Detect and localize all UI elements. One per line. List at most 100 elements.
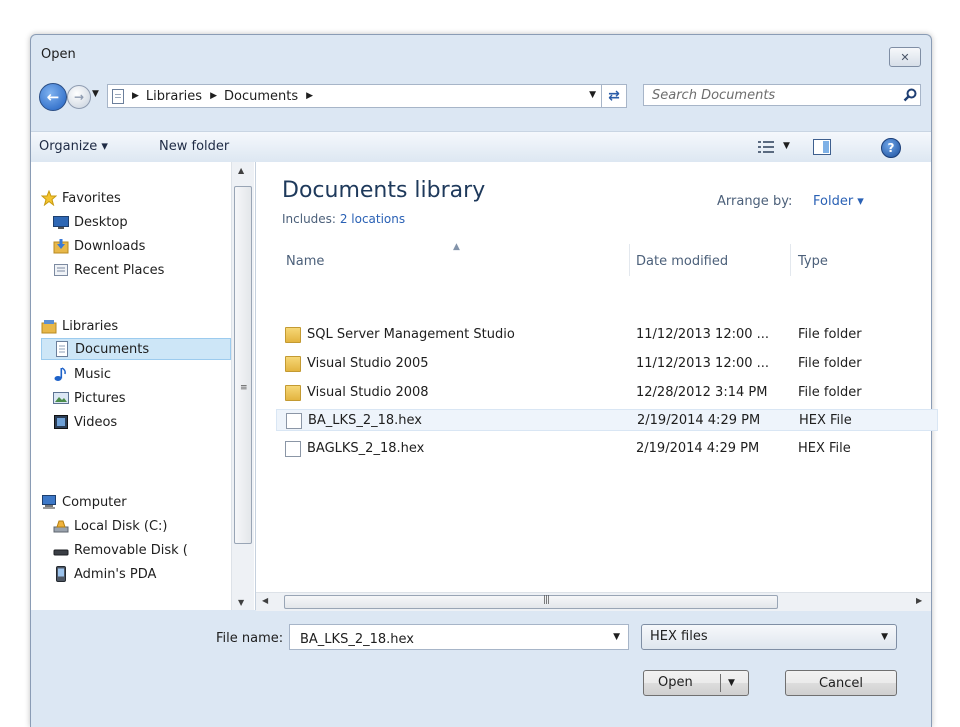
- change-view-icon[interactable]: [758, 141, 774, 157]
- sidebar-item-label: Videos: [74, 414, 118, 430]
- breadcrumb-separator-icon[interactable]: ▶: [210, 91, 217, 101]
- file-list-horizontal-scrollbar[interactable]: ◀ ||| ▶: [256, 592, 931, 611]
- forward-button[interactable]: →: [67, 85, 91, 109]
- recent-places-icon: [53, 262, 69, 278]
- sidebar-item-desktop[interactable]: Desktop: [53, 211, 128, 233]
- file-type: HEX File: [798, 441, 851, 456]
- sidebar-item-label: Downloads: [74, 238, 146, 254]
- pda-icon: [53, 566, 69, 582]
- computer-icon: [41, 494, 57, 510]
- removable-disk-icon: [53, 542, 69, 558]
- back-button[interactable]: ←: [39, 83, 67, 111]
- column-header-date-modified[interactable]: Date modified: [636, 254, 728, 269]
- column-divider[interactable]: [629, 244, 630, 276]
- library-title: Documents library: [282, 178, 486, 203]
- refresh-button[interactable]: ⇄: [601, 85, 626, 107]
- search-box[interactable]: [643, 84, 921, 106]
- breadcrumb-separator-icon[interactable]: ▶: [306, 91, 313, 101]
- sidebar-item-videos[interactable]: Videos: [53, 411, 117, 433]
- search-icon[interactable]: [900, 88, 920, 102]
- address-dropdown-icon[interactable]: ▼: [589, 90, 596, 100]
- cancel-button[interactable]: Cancel: [785, 670, 897, 696]
- music-icon: [53, 366, 69, 382]
- scroll-right-icon[interactable]: ▶: [916, 596, 922, 605]
- navigation-bar: ← → ▼ ▶ Libraries ▶ Documents ▶ ▼ ⇄: [31, 79, 931, 113]
- navigation-pane-scrollbar[interactable]: ▲ ≡ ▼: [231, 162, 254, 610]
- scrollbar-thumb[interactable]: |||: [284, 595, 778, 609]
- address-bar[interactable]: ▶ Libraries ▶ Documents ▶ ▼ ⇄: [107, 84, 627, 108]
- file-icon: [286, 413, 302, 429]
- search-input[interactable]: [650, 85, 900, 105]
- list-item[interactable]: BA_LKS_2_18.hex 2/19/2014 4:29 PM HEX Fi…: [276, 409, 938, 431]
- sidebar-item-music[interactable]: Music: [53, 363, 111, 385]
- file-list-pane: Documents library Includes: 2 locations …: [256, 162, 938, 611]
- new-folder-button[interactable]: New folder: [159, 139, 229, 154]
- file-name-dropdown-icon[interactable]: ▼: [613, 632, 620, 642]
- sidebar-item-label: Admin's PDA: [74, 566, 157, 582]
- sidebar-item-removable-disk[interactable]: Removable Disk (: [53, 539, 188, 561]
- sidebar-item-recent-places[interactable]: Recent Places: [53, 259, 164, 281]
- sidebar-item-label: Libraries: [62, 318, 119, 334]
- file-name-combobox[interactable]: ▼: [289, 624, 629, 650]
- scrollbar-thumb[interactable]: ≡: [234, 186, 252, 544]
- downloads-icon: [53, 238, 69, 254]
- history-dropdown-icon[interactable]: ▼: [92, 89, 99, 99]
- list-item[interactable]: BAGLKS_2_18.hex 2/19/2014 4:29 PM HEX Fi…: [276, 438, 938, 460]
- arrange-by-dropdown[interactable]: Folder ▾: [813, 194, 864, 209]
- file-type-dropdown-icon: ▼: [881, 632, 888, 642]
- file-name: Visual Studio 2008: [307, 385, 429, 400]
- videos-icon: [53, 414, 69, 430]
- sidebar-item-label: Favorites: [62, 190, 121, 206]
- sidebar-item-label: Local Disk (C:): [74, 518, 168, 534]
- list-item[interactable]: Visual Studio 2005 11/12/2013 12:00 ... …: [276, 353, 938, 375]
- file-name-field[interactable]: [298, 629, 602, 649]
- column-divider[interactable]: [790, 244, 791, 276]
- sidebar-item-documents[interactable]: Documents: [41, 338, 231, 360]
- title-bar: Open ✕: [31, 35, 931, 85]
- file-icon: [285, 441, 301, 457]
- list-item[interactable]: Visual Studio 2008 12/28/2012 3:14 PM Fi…: [276, 382, 938, 404]
- file-name-label: File name:: [216, 631, 284, 646]
- folder-icon: [285, 385, 301, 401]
- scroll-down-icon[interactable]: ▼: [238, 598, 244, 607]
- sidebar-item-favorites[interactable]: Favorites: [40, 187, 121, 209]
- organize-button[interactable]: Organize ▾: [39, 139, 108, 154]
- file-date: 2/19/2014 4:29 PM: [636, 441, 760, 456]
- file-type-value: HEX files: [650, 629, 708, 644]
- refresh-icon: ⇄: [608, 88, 620, 104]
- includes-locations-link[interactable]: 2 locations: [340, 212, 405, 226]
- preview-pane-icon[interactable]: [813, 139, 831, 159]
- column-header-type[interactable]: Type: [798, 254, 828, 269]
- folder-icon: [285, 327, 301, 343]
- documents-icon: [54, 341, 70, 357]
- breadcrumb-documents[interactable]: Documents: [224, 89, 298, 104]
- sidebar-item-label: Music: [74, 366, 111, 382]
- sidebar-item-local-disk[interactable]: Local Disk (C:): [53, 515, 167, 537]
- sidebar-item-downloads[interactable]: Downloads: [53, 235, 145, 257]
- local-disk-icon: [53, 518, 69, 534]
- help-icon[interactable]: ?: [881, 138, 901, 158]
- scrollbar-grip-icon: ≡: [240, 383, 248, 393]
- back-arrow-icon: ←: [46, 88, 60, 106]
- column-header-name[interactable]: Name: [286, 254, 324, 269]
- breadcrumb-separator-icon[interactable]: ▶: [132, 91, 139, 101]
- scroll-left-icon[interactable]: ◀: [262, 596, 268, 605]
- file-date: 2/19/2014 4:29 PM: [637, 413, 761, 428]
- list-item[interactable]: SQL Server Management Studio 11/12/2013 …: [276, 324, 938, 346]
- view-dropdown-icon[interactable]: ▼: [783, 141, 790, 151]
- sidebar-item-label: Desktop: [74, 214, 128, 230]
- file-type-select[interactable]: HEX files ▼: [641, 624, 897, 650]
- breadcrumb-libraries[interactable]: Libraries: [146, 89, 202, 104]
- scroll-up-icon[interactable]: ▲: [238, 166, 244, 175]
- close-button[interactable]: ✕: [889, 47, 921, 67]
- library-includes: Includes: 2 locations: [282, 212, 405, 226]
- open-options-dropdown-icon[interactable]: ▼: [728, 678, 735, 688]
- file-date: 12/28/2012 3:14 PM: [636, 385, 768, 400]
- sidebar-item-admins-pda[interactable]: Admin's PDA: [53, 563, 156, 585]
- libraries-icon: [41, 318, 57, 334]
- open-button[interactable]: Open ▼: [643, 670, 749, 696]
- sidebar-item-computer[interactable]: Computer: [41, 491, 127, 513]
- dialog-title: Open: [41, 47, 76, 62]
- sidebar-item-libraries[interactable]: Libraries: [41, 315, 118, 337]
- sidebar-item-pictures[interactable]: Pictures: [53, 387, 125, 409]
